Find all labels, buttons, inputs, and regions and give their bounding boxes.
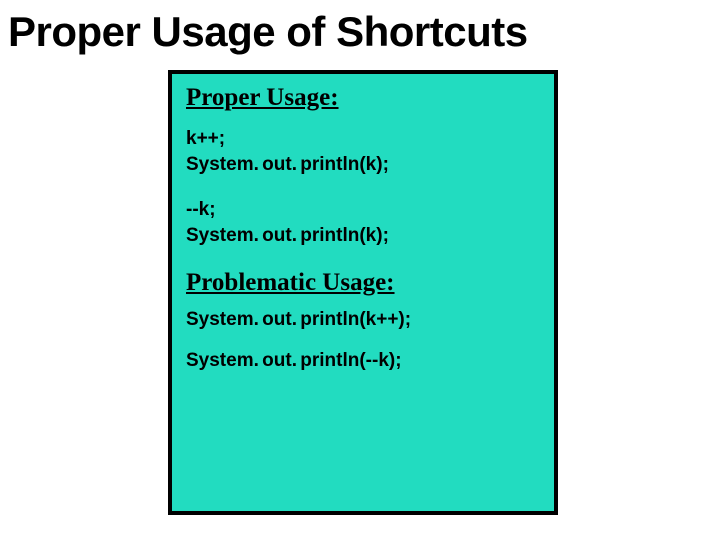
code-line: System. out. println(k); — [186, 223, 540, 249]
code-block-proper-2: --k; System. out. println(k); — [186, 197, 540, 248]
code-block-problematic-2: System. out. println(--k); — [186, 348, 540, 374]
code-block-problematic-1: System. out. println(k++); — [186, 307, 540, 333]
code-line: --k; — [186, 197, 540, 223]
problematic-usage-heading: Problematic Usage: — [186, 269, 540, 297]
proper-usage-heading: Proper Usage: — [186, 84, 540, 112]
code-block-proper-1: k++; System. out. println(k); — [186, 126, 540, 177]
slide-title: Proper Usage of Shortcuts — [0, 0, 720, 56]
content-box: Proper Usage: k++; System. out. println(… — [168, 70, 558, 515]
code-line: System. out. println(k++); — [186, 307, 540, 333]
code-line: k++; — [186, 126, 540, 152]
code-line: System. out. println(k); — [186, 152, 540, 178]
code-line: System. out. println(--k); — [186, 348, 540, 374]
